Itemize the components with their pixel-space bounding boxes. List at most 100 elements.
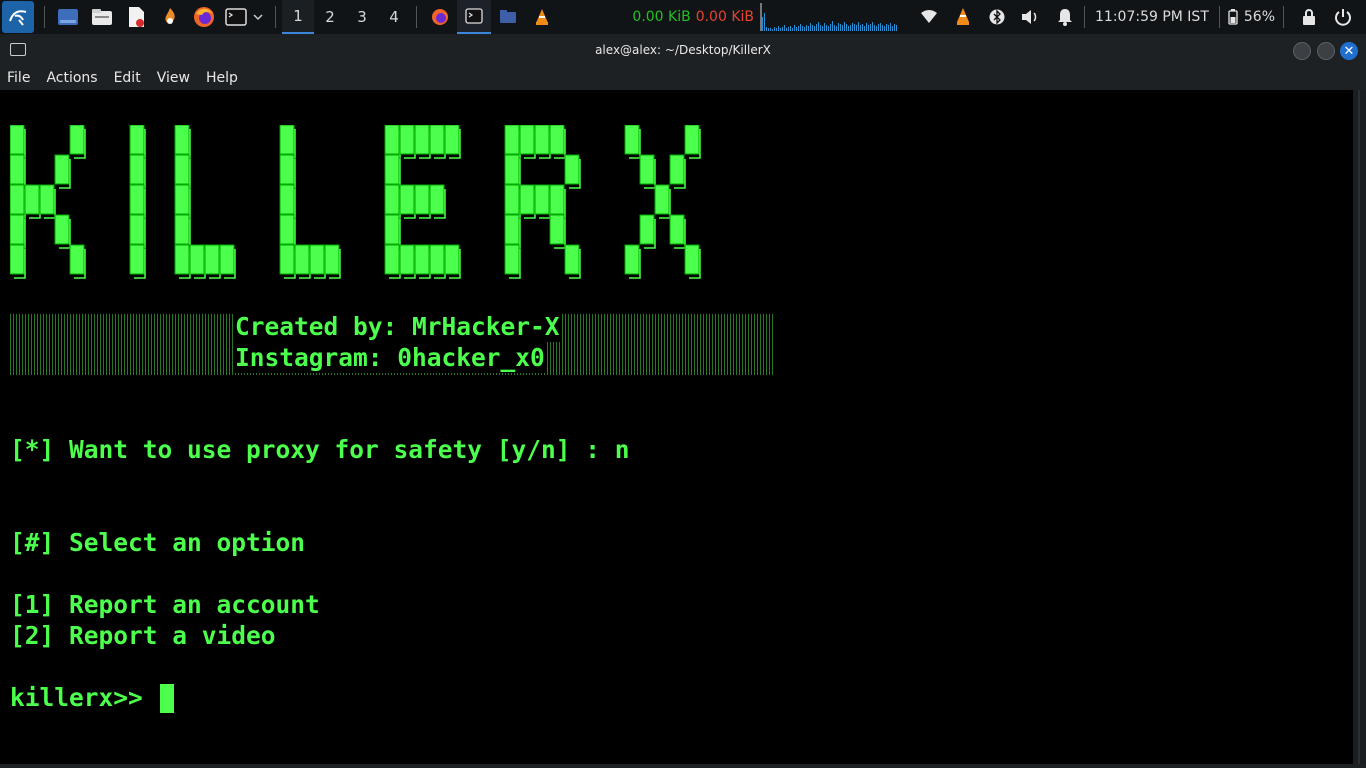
menu-file[interactable]: File (7, 70, 30, 86)
graph-bar (892, 26, 893, 31)
banner-block (414, 184, 430, 215)
taskbar-terminal[interactable] (457, 0, 491, 34)
banner-block (324, 244, 340, 275)
terminal-scrollbar[interactable] (1353, 90, 1366, 764)
terminal-area[interactable]: Created by: MrHacker-X Instagram: 0hacke… (5, 90, 1353, 764)
taskbar-vlc[interactable] (525, 0, 559, 34)
graph-bar (862, 24, 863, 31)
graph-bar (866, 23, 867, 31)
panel-separator (416, 6, 417, 28)
banner-block (399, 244, 415, 275)
graph-bar (842, 25, 843, 31)
show-desktop-icon[interactable] (55, 4, 81, 30)
graph-bar (832, 21, 833, 31)
text-editor-icon[interactable] (123, 4, 149, 30)
graph-bar (884, 26, 885, 31)
banner-block (279, 184, 295, 215)
banner-block (129, 124, 145, 155)
wifi-icon[interactable] (916, 4, 942, 30)
graph-bar (826, 25, 827, 31)
banner-block (9, 244, 25, 275)
menu-heading-line: [#] Select an option (10, 528, 306, 557)
menu-view[interactable]: View (157, 70, 190, 86)
taskbar-file-manager[interactable] (491, 0, 525, 34)
banner-block (174, 184, 190, 215)
maximize-button[interactable] (1317, 42, 1335, 60)
banner-block (564, 154, 580, 185)
workspace-2[interactable]: 2 (314, 0, 346, 34)
notification-bell-icon[interactable] (1052, 4, 1078, 30)
banner-block (129, 184, 145, 215)
banner-block (504, 244, 520, 275)
minimize-button[interactable] (1293, 42, 1311, 60)
battery-icon[interactable] (1226, 4, 1240, 30)
graph-bar (766, 27, 767, 31)
menu-help[interactable]: Help (206, 70, 238, 86)
graph-bar (770, 28, 771, 31)
workspace-4[interactable]: 4 (378, 0, 410, 34)
banner-block (399, 184, 415, 215)
firefox-launcher-icon[interactable] (191, 4, 217, 30)
banner-block (384, 154, 400, 185)
graph-bar (772, 29, 773, 31)
window-title-bar[interactable]: alex@alex: ~/Desktop/KillerX ✕ (0, 34, 1366, 66)
network-upload-speed: 0.00 KiB (632, 9, 691, 25)
graph-bar (790, 26, 791, 31)
volume-icon[interactable] (1018, 4, 1044, 30)
graph-bar (868, 25, 869, 31)
workspace-1[interactable]: 1 (282, 0, 314, 34)
chevron-down-icon[interactable] (251, 4, 265, 30)
banner-block (24, 184, 40, 215)
lock-icon[interactable] (1296, 4, 1322, 30)
panel-separator (275, 6, 276, 28)
graph-bar (860, 25, 861, 31)
banner-block (429, 184, 445, 215)
burpsuite-icon[interactable] (157, 4, 183, 30)
proxy-prompt-line: [*] Want to use proxy for safety [y/n] :… (10, 435, 630, 464)
network-activity-graph (760, 3, 902, 31)
graph-bar (780, 28, 781, 31)
workspace-label: 3 (357, 8, 367, 26)
graph-bar (878, 24, 879, 31)
graph-bar (836, 26, 837, 31)
option-report-account: [1] Report an account (10, 590, 320, 619)
bluetooth-icon[interactable] (984, 4, 1010, 30)
graph-bar (890, 23, 891, 31)
banner-block (444, 124, 460, 155)
banner-block (624, 244, 640, 275)
vlc-tray-icon[interactable] (950, 4, 976, 30)
banner-block (279, 154, 295, 185)
banner-block (39, 184, 55, 215)
taskbar-firefox[interactable] (423, 0, 457, 34)
close-button[interactable]: ✕ (1340, 42, 1358, 60)
workspace-label: 2 (325, 8, 335, 26)
banner-block (219, 244, 235, 275)
banner-block (414, 124, 430, 155)
power-icon[interactable] (1330, 4, 1356, 30)
graph-bar (852, 23, 853, 31)
clock[interactable]: 11:07:59 PM IST (1095, 9, 1209, 25)
network-download-speed: 0.00 KiB (695, 9, 754, 25)
credit-author: Created by: MrHacker-X (235, 311, 560, 342)
banner-block (129, 214, 145, 245)
workspace-3[interactable]: 3 (346, 0, 378, 34)
kali-menu-icon[interactable] (2, 1, 34, 33)
terminal-launcher-icon[interactable] (225, 4, 247, 30)
file-manager-icon[interactable] (89, 4, 115, 30)
graph-bar (774, 27, 775, 31)
banner-block (294, 244, 310, 275)
graph-bar (840, 24, 841, 31)
graph-bar (808, 26, 809, 31)
ascii-art-banner (9, 124, 775, 315)
graph-bar (800, 24, 801, 31)
banner-block (534, 184, 550, 215)
menu-edit[interactable]: Edit (114, 70, 141, 86)
banner-block (9, 184, 25, 215)
graph-bar (812, 25, 813, 31)
terminal-window-icon[interactable] (10, 43, 26, 56)
menu-actions[interactable]: Actions (46, 70, 97, 86)
graph-bar (888, 25, 889, 31)
graph-bar (782, 27, 783, 31)
graph-bar (806, 25, 807, 31)
graph-bar (894, 24, 895, 31)
